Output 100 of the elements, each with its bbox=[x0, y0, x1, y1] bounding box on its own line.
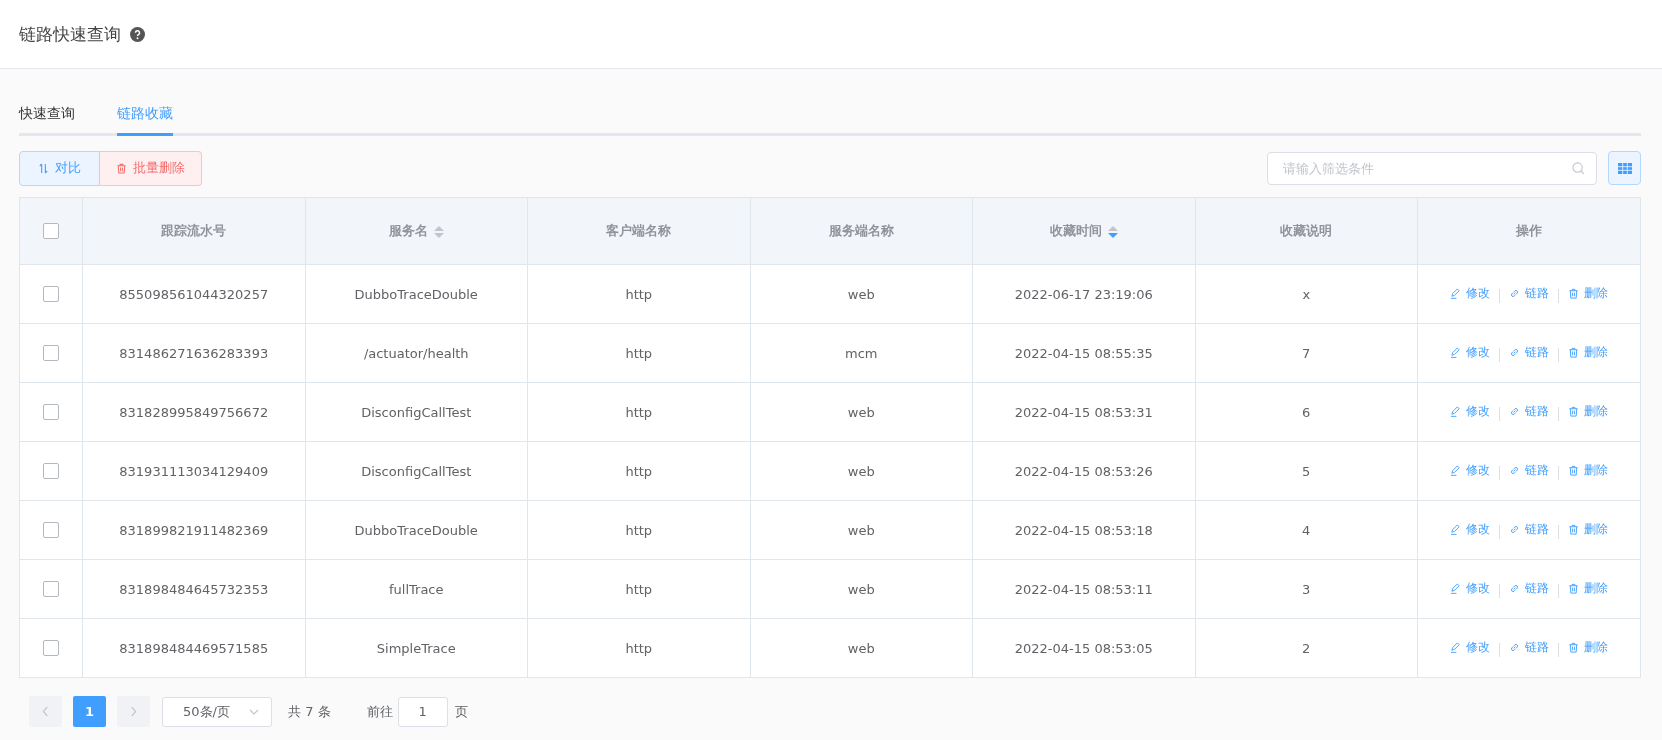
table-cell: http bbox=[527, 323, 750, 383]
next-page-button[interactable] bbox=[117, 696, 150, 727]
row-checkbox[interactable] bbox=[43, 640, 59, 657]
row-checkbox[interactable] bbox=[43, 581, 59, 598]
column-header: 收藏时间 bbox=[972, 197, 1195, 265]
sort-icon[interactable] bbox=[1107, 225, 1118, 238]
table-cell: 2022-06-17 23:19:06 bbox=[972, 264, 1195, 324]
previous-page-button[interactable] bbox=[29, 696, 62, 727]
table-cell: 2022-04-15 08:53:11 bbox=[972, 559, 1195, 619]
table-cell: 2022-04-15 08:53:18 bbox=[972, 500, 1195, 560]
table-cell: http bbox=[527, 382, 750, 442]
page-title: 链路快速查询 bbox=[19, 22, 121, 46]
column-header: 操作 bbox=[1417, 197, 1641, 265]
delete-link[interactable]: 删除 bbox=[1568, 285, 1608, 303]
edit-link[interactable]: 修改 bbox=[1450, 403, 1490, 421]
table-grid-icon bbox=[1617, 162, 1632, 174]
search-field[interactable]: 请输入筛选条件 bbox=[1267, 151, 1597, 185]
chain-link-icon bbox=[1509, 288, 1520, 300]
caret-icon bbox=[249, 708, 259, 715]
table-cell: 6 bbox=[1195, 382, 1418, 442]
table-cell: 5 bbox=[1195, 441, 1418, 501]
table-cell: x bbox=[1195, 264, 1418, 324]
table-cell: web bbox=[750, 382, 973, 442]
table-cell: DubboTraceDouble bbox=[305, 264, 528, 324]
table-cell: 2 bbox=[1195, 618, 1418, 678]
table-cell: web bbox=[750, 264, 973, 324]
table-cell: /actuator/health bbox=[305, 323, 528, 383]
table-cell: http bbox=[527, 500, 750, 560]
chain-link-icon bbox=[1509, 524, 1520, 536]
swap-arrows-icon bbox=[38, 162, 49, 174]
tab[interactable]: 快速查询 bbox=[19, 105, 75, 136]
pencil-icon bbox=[1450, 583, 1461, 595]
chevron-left-icon bbox=[42, 706, 49, 717]
table-cell: SimpleTrace bbox=[305, 618, 528, 678]
trash-icon bbox=[1568, 524, 1579, 536]
page-suffix: 页 bbox=[454, 702, 468, 721]
link-link[interactable]: 链路 bbox=[1509, 521, 1549, 539]
table-cell: DubboTraceDouble bbox=[305, 500, 528, 560]
table-cell: 831898484469571585 bbox=[82, 618, 305, 678]
select-all-checkbox[interactable] bbox=[43, 223, 59, 240]
batch-delete-button[interactable]: 批量删除 bbox=[100, 150, 202, 186]
search-icon[interactable] bbox=[1572, 161, 1585, 175]
table-cell: web bbox=[750, 559, 973, 619]
trash-icon bbox=[1568, 583, 1579, 595]
delete-link[interactable]: 删除 bbox=[1568, 639, 1608, 657]
pencil-icon bbox=[1450, 465, 1461, 477]
chain-link-icon bbox=[1509, 406, 1520, 418]
link-link[interactable]: 链路 bbox=[1509, 639, 1549, 657]
table-cell: 831486271636283393 bbox=[82, 323, 305, 383]
row-checkbox[interactable] bbox=[43, 404, 59, 421]
trash-icon bbox=[1568, 465, 1579, 477]
table-cell: 831828995849756672 bbox=[82, 382, 305, 442]
column-settings-button[interactable] bbox=[1608, 151, 1641, 185]
pencil-icon bbox=[1450, 642, 1461, 654]
delete-link[interactable]: 删除 bbox=[1568, 580, 1608, 598]
table-cell: 2022-04-15 08:53:05 bbox=[972, 618, 1195, 678]
trash-icon bbox=[1568, 347, 1579, 359]
link-link[interactable]: 链路 bbox=[1509, 403, 1549, 421]
table-cell: fullTrace bbox=[305, 559, 528, 619]
edit-link[interactable]: 修改 bbox=[1450, 521, 1490, 539]
chevron-right-icon bbox=[130, 706, 137, 717]
edit-link[interactable]: 修改 bbox=[1450, 344, 1490, 362]
column-header: 收藏说明 bbox=[1195, 197, 1418, 265]
edit-link[interactable]: 修改 bbox=[1450, 462, 1490, 480]
column-header: 服务名 bbox=[305, 197, 528, 265]
delete-link[interactable]: 删除 bbox=[1568, 462, 1608, 480]
sort-icon[interactable] bbox=[433, 225, 444, 238]
delete-link[interactable]: 删除 bbox=[1568, 521, 1608, 539]
table-cell: http bbox=[527, 264, 750, 324]
row-checkbox[interactable] bbox=[43, 522, 59, 539]
table-cell: http bbox=[527, 618, 750, 678]
chain-link-icon bbox=[1509, 347, 1520, 359]
page-button[interactable]: 1 bbox=[73, 696, 106, 727]
row-checkbox[interactable] bbox=[43, 345, 59, 362]
row-checkbox[interactable] bbox=[43, 286, 59, 303]
trash-icon bbox=[1568, 642, 1579, 654]
table-cell: web bbox=[750, 618, 973, 678]
total-count: 共 7 条 bbox=[288, 702, 331, 721]
pencil-icon bbox=[1450, 288, 1461, 300]
delete-link[interactable]: 删除 bbox=[1568, 344, 1608, 362]
edit-link[interactable]: 修改 bbox=[1450, 639, 1490, 657]
page-input[interactable]: 1 bbox=[397, 696, 448, 727]
tab[interactable]: 链路收藏 bbox=[117, 105, 173, 136]
help-icon[interactable] bbox=[130, 26, 145, 42]
table-cell: web bbox=[750, 500, 973, 560]
link-link[interactable]: 链路 bbox=[1509, 344, 1549, 362]
delete-link[interactable]: 删除 bbox=[1568, 403, 1608, 421]
pencil-icon bbox=[1450, 524, 1461, 536]
edit-link[interactable]: 修改 bbox=[1450, 285, 1490, 303]
link-link[interactable]: 链路 bbox=[1509, 462, 1549, 480]
link-link[interactable]: 链路 bbox=[1509, 285, 1549, 303]
column-header: 客户端名称 bbox=[527, 197, 750, 265]
compare-button[interactable]: 对比 bbox=[19, 150, 100, 186]
table-cell: 2022-04-15 08:53:31 bbox=[972, 382, 1195, 442]
link-link[interactable]: 链路 bbox=[1509, 580, 1549, 598]
page-size-select[interactable]: 50条/页 bbox=[162, 696, 272, 727]
column-header: 服务端名称 bbox=[750, 197, 973, 265]
table-cell: http bbox=[527, 559, 750, 619]
edit-link[interactable]: 修改 bbox=[1450, 580, 1490, 598]
row-checkbox[interactable] bbox=[43, 463, 59, 480]
